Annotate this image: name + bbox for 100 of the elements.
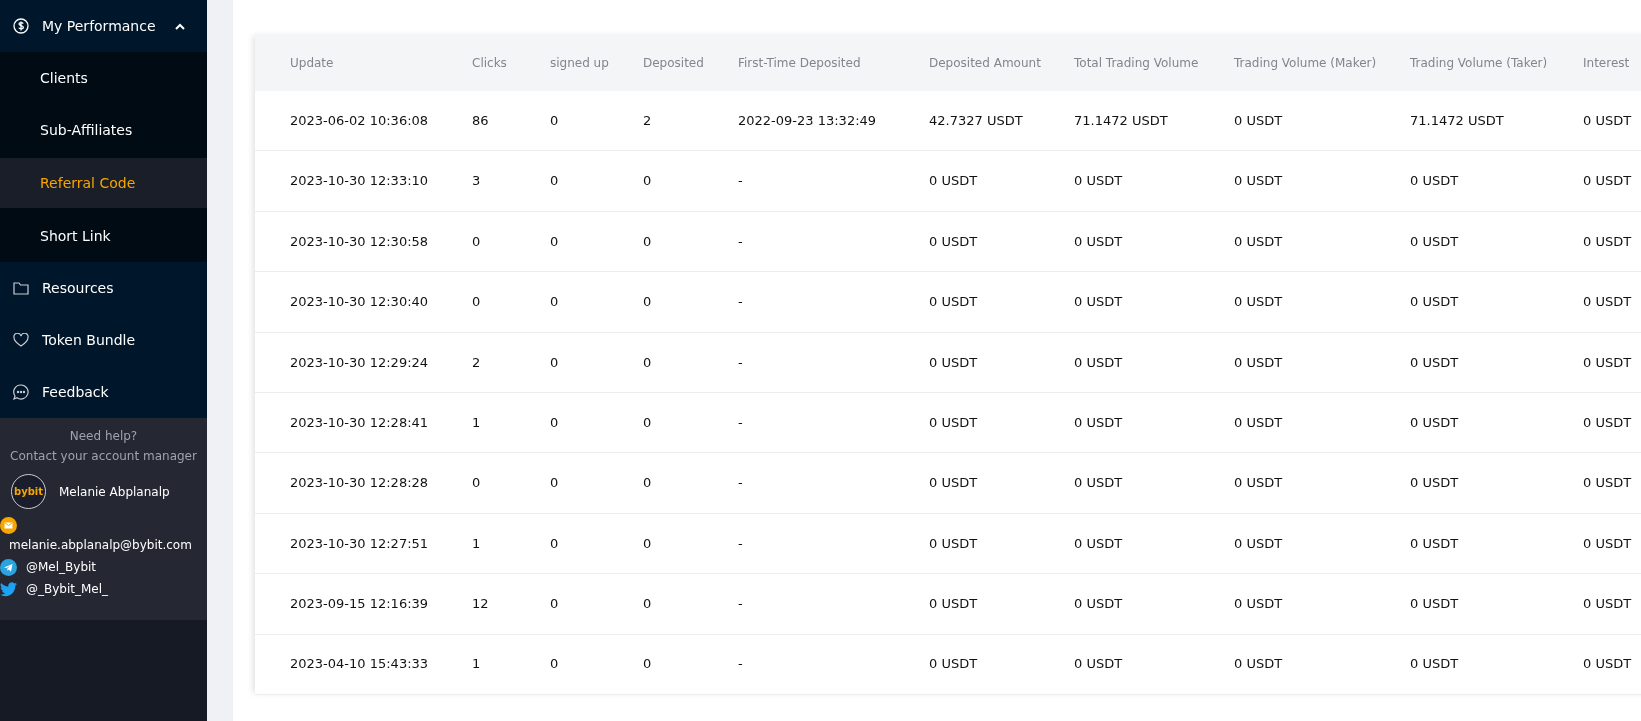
envelope-icon [0, 517, 17, 534]
table-cell-text: 1 [472, 534, 482, 553]
table-cell-text: 0 [550, 474, 560, 493]
table-cell-text: 0 USDT [1074, 293, 1124, 312]
table-cell-text: 0 USDT [1234, 595, 1284, 614]
submenu-item[interactable]: Sub-Affiliates [0, 104, 207, 156]
table-cell-text: 0 USDT [1074, 655, 1124, 674]
table-cell-text: 2023-04-10 15:43:33 [290, 655, 430, 674]
table-cell-text: 0 USDT [1074, 474, 1124, 493]
table-cell-text: 0 USDT [1410, 293, 1460, 312]
column-header: Deposited Amount [929, 54, 1042, 72]
submenu-item[interactable]: Referral Code [0, 158, 207, 208]
table-cell-text: 0 USDT [1410, 413, 1460, 432]
table-cell-text: 0 [550, 595, 560, 614]
table-cell-text: - [738, 293, 744, 312]
table-cell-text: 0 USDT [1583, 655, 1633, 674]
table-cell-text: 1 [472, 655, 482, 674]
table-cell-text: 2023-10-30 12:29:24 [290, 353, 430, 372]
table-cell-text: 0 USDT [929, 353, 979, 372]
table-cell-text: 0 USDT [1234, 474, 1284, 493]
table-cell-text: - [738, 172, 744, 191]
table-cell-text: 0 USDT [1074, 232, 1124, 251]
table-cell-text: 0 USDT [1583, 293, 1633, 312]
column-header: Trading Volume (Maker) [1234, 54, 1378, 72]
email-link[interactable]: melanie.abplanalp@bybit.com [0, 534, 207, 556]
table-cell-text: 3 [472, 172, 482, 191]
table-cell-text: 71.1472 USDT [1410, 111, 1505, 130]
table-cell-text: 0 USDT [1410, 474, 1460, 493]
table-cell-text: 0 USDT [1234, 655, 1284, 674]
table-cell-text: 0 [643, 413, 653, 432]
table-cell-text: 1 [472, 413, 482, 432]
table-cell-text: 2023-06-02 10:36:08 [290, 111, 430, 130]
telegram-handle[interactable]: @Mel_Bybit [26, 558, 97, 576]
table-cell-text: 2 [643, 111, 653, 130]
table-cell-text: 0 [472, 232, 482, 251]
table-cell-text: 0 USDT [1074, 353, 1124, 372]
table-cell-text: 0 USDT [1583, 232, 1633, 251]
table-cell-text: 0 [643, 474, 653, 493]
table-cell-text: 0 [472, 474, 482, 493]
table-cell-text: 0 USDT [1583, 353, 1633, 372]
table-cell-text: 2023-10-30 12:30:40 [290, 293, 430, 312]
table-cell-text: 0 USDT [1583, 474, 1633, 493]
table-cell-text: 0 USDT [1583, 172, 1633, 191]
table-cell-text: - [738, 413, 744, 432]
chat-bubble-icon [13, 384, 29, 400]
sidebar-item[interactable]: Resources [0, 262, 207, 314]
table-cell-text: - [738, 353, 744, 372]
table-cell-text: 0 USDT [1410, 232, 1460, 251]
table-cell-text: 0 [643, 172, 653, 191]
table-cell-text: 0 USDT [1074, 172, 1124, 191]
table-cell-text: 0 USDT [929, 293, 979, 312]
table-cell-text: 0 USDT [1234, 232, 1284, 251]
table-cell-text: 0 USDT [1074, 413, 1124, 432]
table-cell-text: 0 [643, 595, 653, 614]
table-cell-text: 2023-10-30 12:28:28 [290, 474, 430, 493]
table-cell-text: 0 USDT [1234, 111, 1284, 130]
table-cell-text: 0 USDT [929, 172, 979, 191]
table-cell-text: - [738, 655, 744, 674]
table-cell-text: 0 USDT [1583, 534, 1633, 553]
column-header: Interest [1583, 54, 1631, 72]
table-cell-text: 71.1472 USDT [1074, 111, 1169, 130]
column-header: Deposited [643, 54, 705, 72]
table-cell-text: - [738, 595, 744, 614]
table-cell-text: 0 [550, 655, 560, 674]
avatar-logo: bybit [11, 474, 46, 509]
table-cell-text: 0 USDT [929, 655, 979, 674]
table-cell-text: - [738, 534, 744, 553]
table-cell-text: 2023-10-30 12:33:10 [290, 172, 430, 191]
column-header: Total Trading Volume [1074, 54, 1200, 72]
table-cell-text: 2022-09-23 13:32:49 [738, 111, 878, 130]
column-header: Update [290, 54, 335, 72]
table-cell-text: 0 USDT [1234, 534, 1284, 553]
sidebar-item[interactable]: Token Bundle [0, 314, 207, 366]
table-cell-text: 0 [472, 293, 482, 312]
manager-name: Melanie Abplanalp [59, 483, 170, 501]
table-cell-text: 0 USDT [1074, 534, 1124, 553]
table-cell-text: 0 [550, 232, 560, 251]
table-cell-text: 12 [472, 595, 490, 614]
sidebar-item[interactable]: My Performance [0, 0, 207, 52]
table-cell-text: 0 [643, 293, 653, 312]
sidebar-item[interactable]: Feedback [0, 366, 207, 418]
table-cell-text: 0 USDT [1583, 111, 1633, 130]
table-cell-text: 0 USDT [1074, 595, 1124, 614]
table-cell-text: 0 USDT [929, 534, 979, 553]
submenu-item[interactable]: Short Link [0, 210, 207, 262]
submenu-item[interactable]: Clients [0, 52, 207, 104]
table-cell-text: - [738, 232, 744, 251]
table-cell-text: 0 [550, 111, 560, 130]
twitter-handle[interactable]: @_Bybit_Mel_ [26, 580, 109, 598]
heart-icon [13, 333, 29, 347]
table-cell-text: 2 [472, 353, 482, 372]
table-cell-text: 0 USDT [929, 232, 979, 251]
table-cell-text: 0 USDT [1410, 353, 1460, 372]
column-header: First-Time Deposited [738, 54, 862, 72]
table-cell-text: 0 USDT [1234, 293, 1284, 312]
table-cell-text: 2023-10-30 12:30:58 [290, 232, 430, 251]
bird-icon [0, 581, 17, 597]
table-cell-text: 0 USDT [1583, 413, 1633, 432]
table-cell-text: 0 USDT [1234, 353, 1284, 372]
table-cell-text: 0 USDT [1410, 655, 1460, 674]
